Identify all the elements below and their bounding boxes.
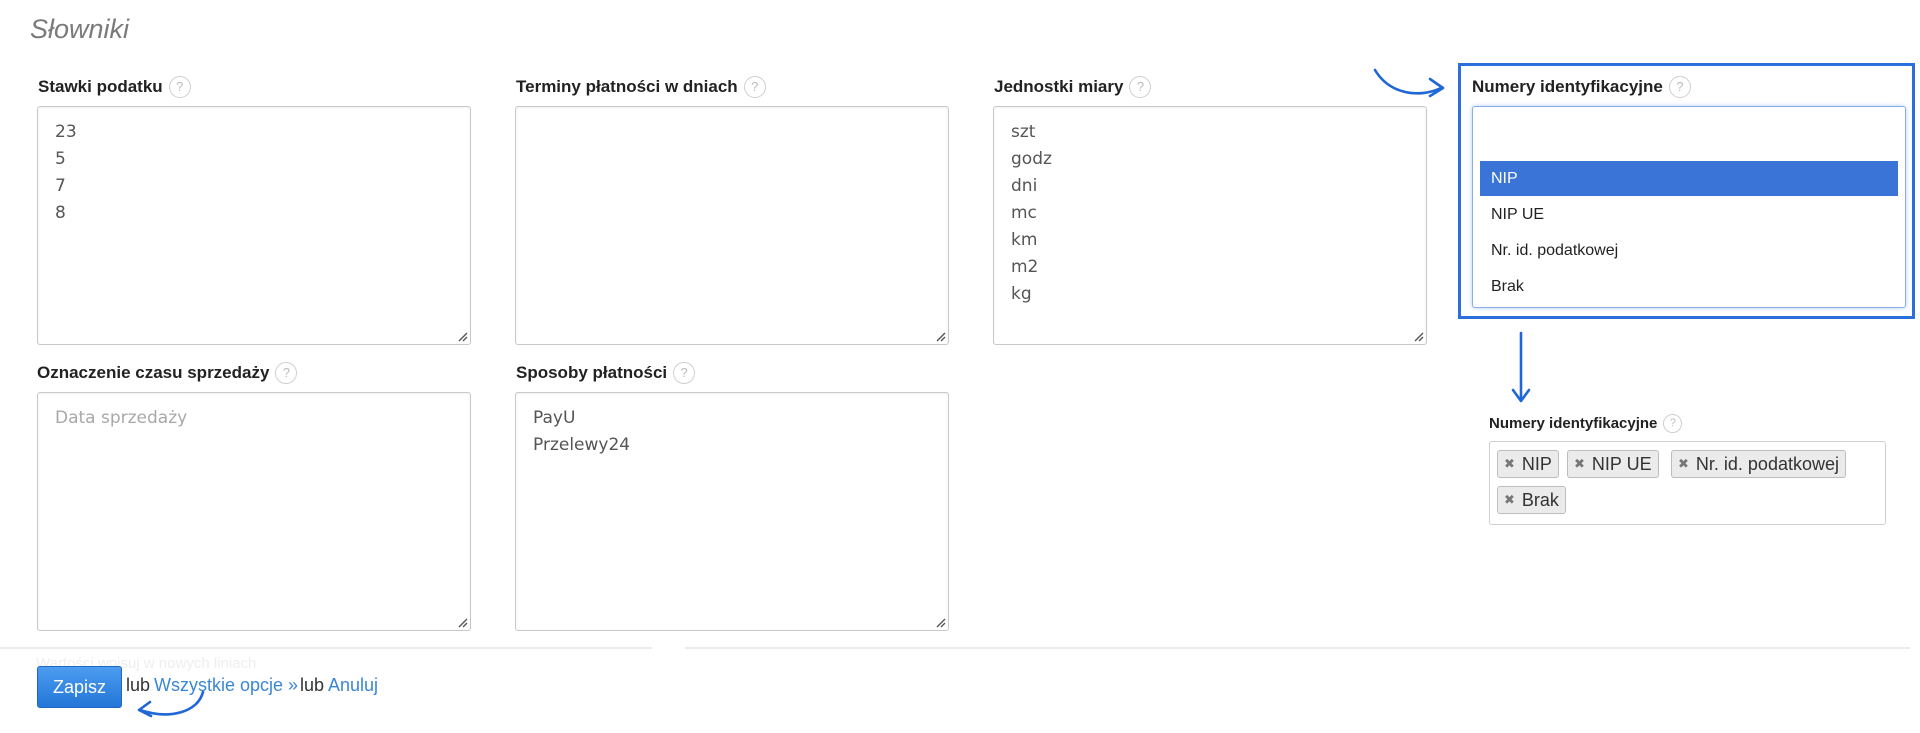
arrow-head [137, 700, 153, 718]
arrow-head [1428, 77, 1445, 98]
annotation-arrows [137, 68, 1531, 718]
curved-arrow-right-icon [1373, 68, 1443, 95]
